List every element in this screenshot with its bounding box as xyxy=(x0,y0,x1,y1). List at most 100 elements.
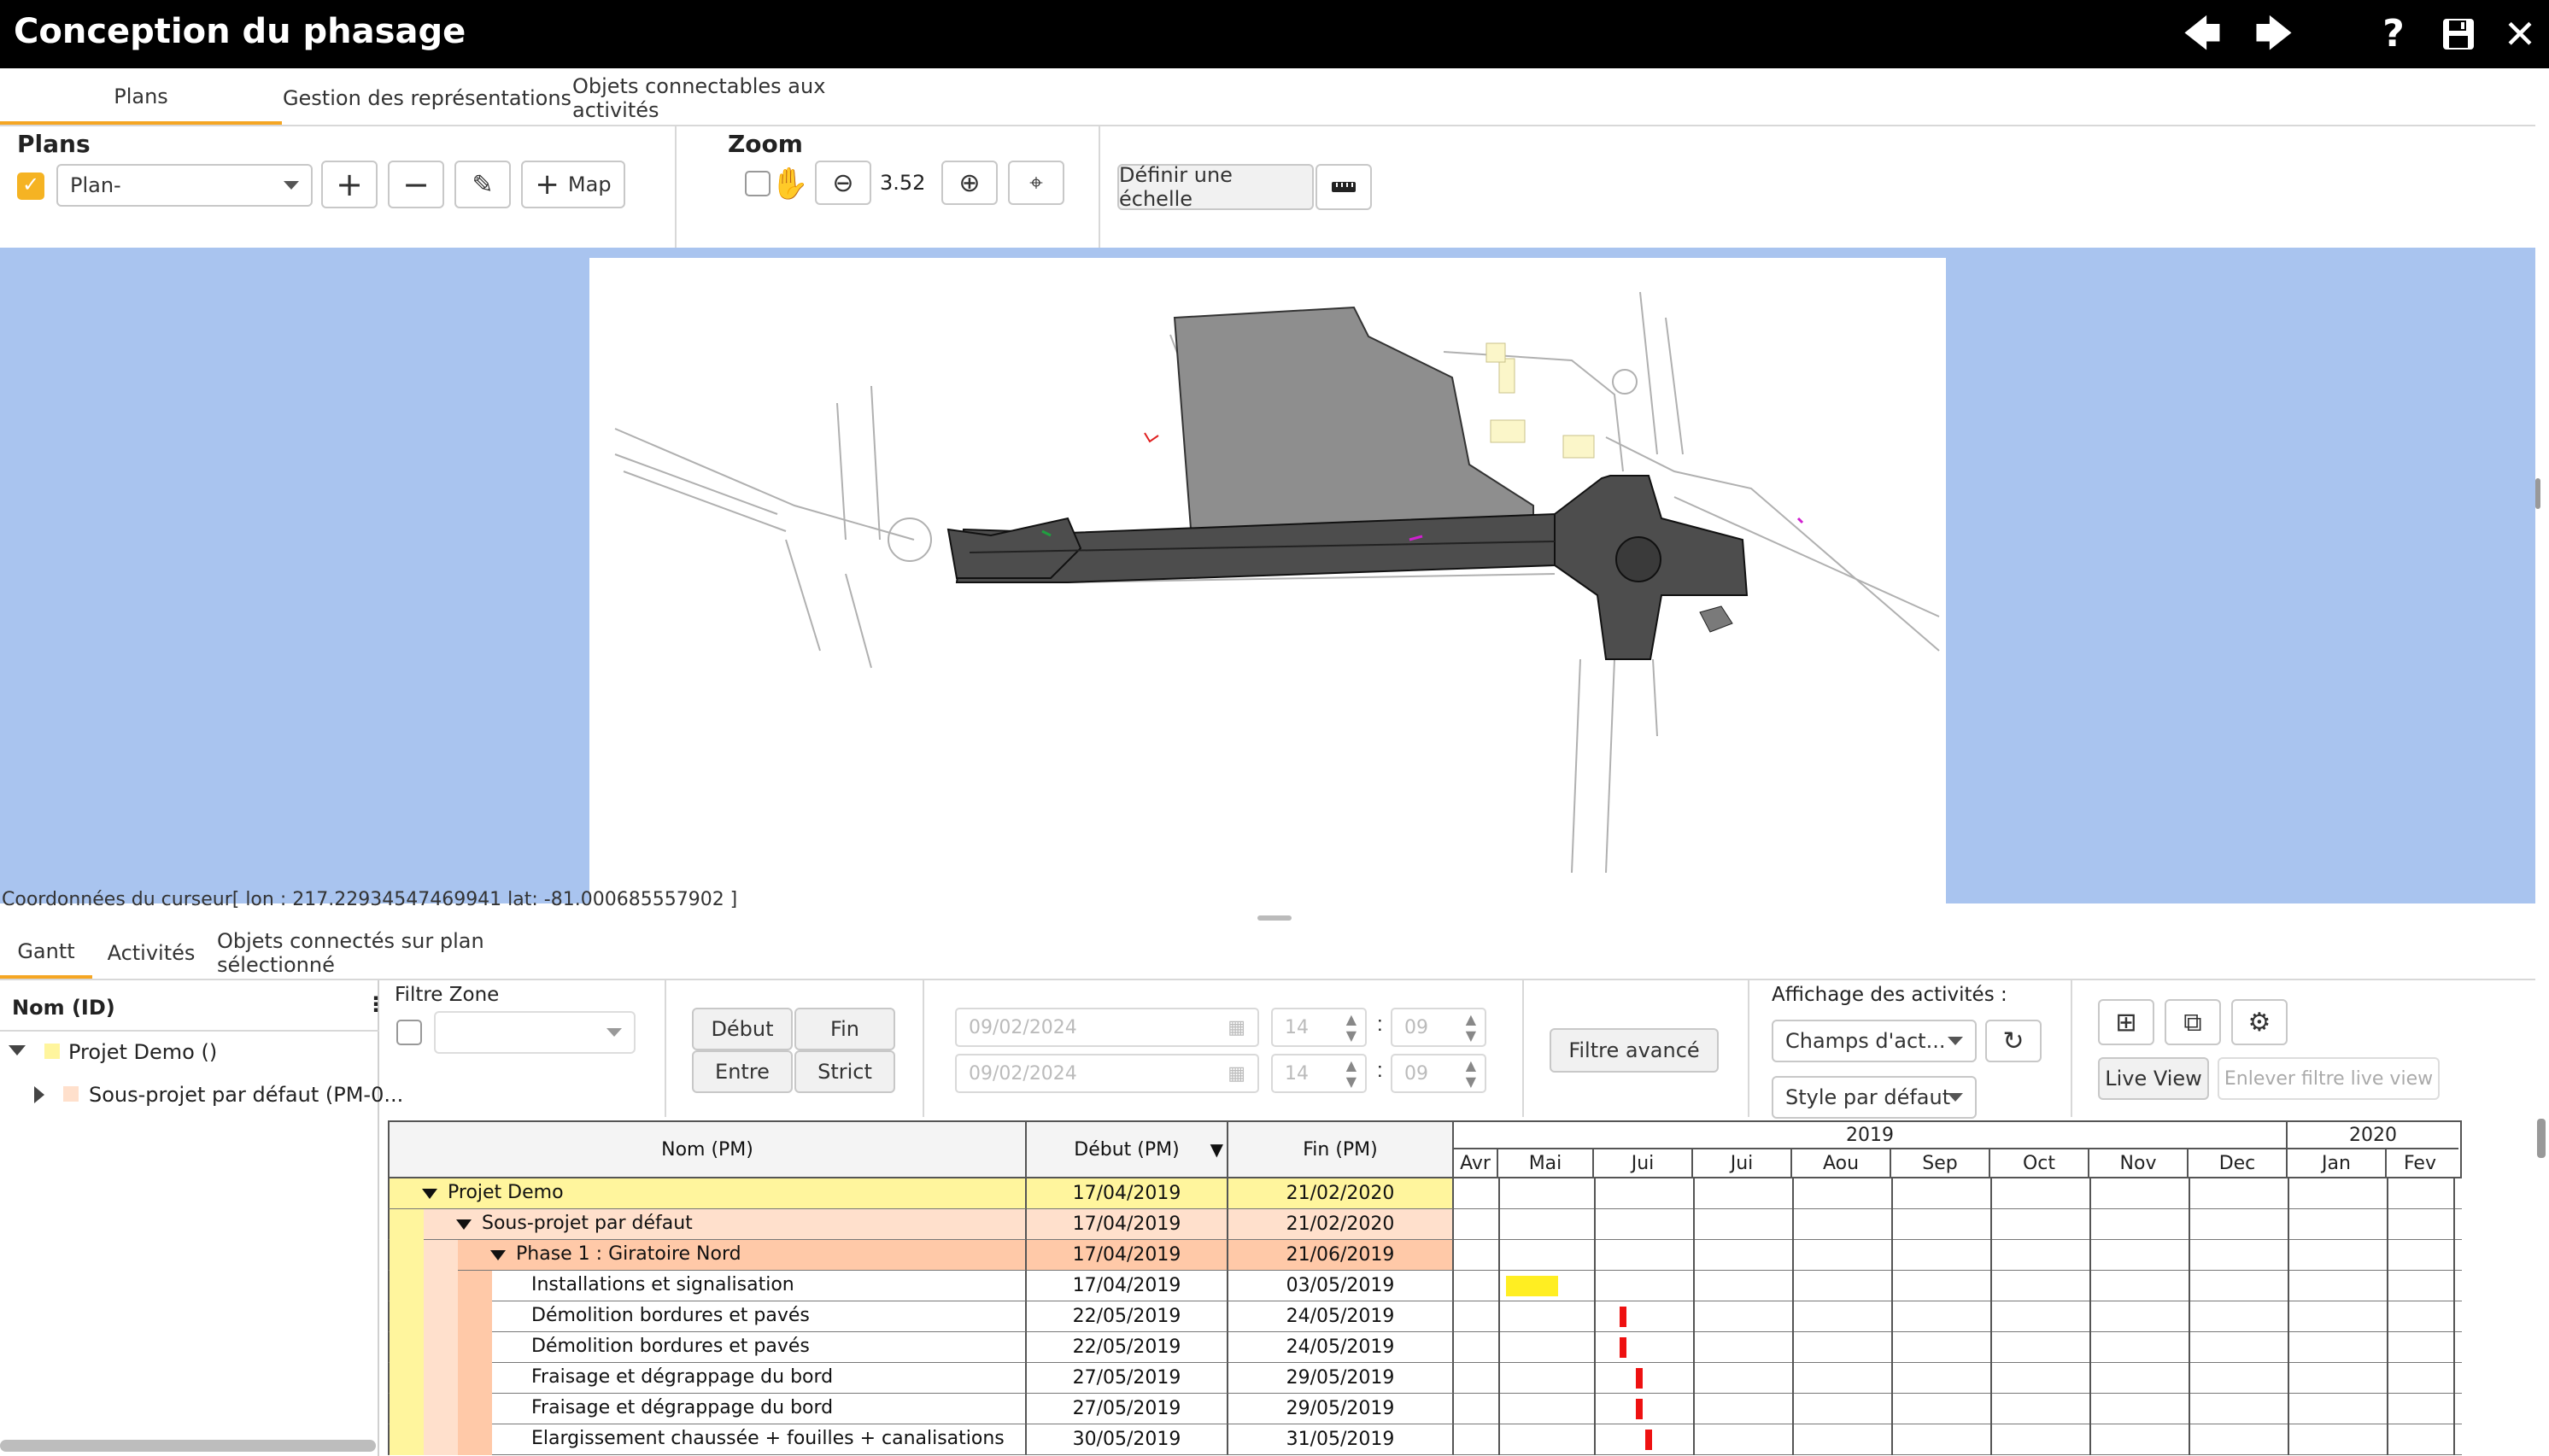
hour-from-spinner[interactable]: 14 ▲ ▼ xyxy=(1271,1008,1367,1047)
refresh-button[interactable]: ↻ xyxy=(1985,1020,2042,1062)
zoom-out-button[interactable]: ⊖ xyxy=(815,161,871,205)
gantt-bar[interactable] xyxy=(1505,1276,1558,1296)
month-gridline xyxy=(2288,1301,2289,1332)
expand-caret-icon[interactable] xyxy=(9,1045,26,1055)
filter-end-label: Fin xyxy=(830,1017,859,1041)
fit-view-button[interactable]: ⌖ xyxy=(1008,161,1064,205)
gantt-bar[interactable] xyxy=(1645,1430,1653,1450)
table-row[interactable]: Fraisage et dégrappage du bord 27/05/2019… xyxy=(388,1394,2462,1424)
minute-to-spinner[interactable]: 09 ▲ ▼ xyxy=(1391,1054,1486,1093)
filter-between-button[interactable]: Entre xyxy=(692,1050,793,1093)
tab-connected-objects[interactable]: Objets connectés sur plan sélectionné xyxy=(217,927,584,979)
expand-caret-icon[interactable] xyxy=(456,1219,472,1230)
style-select[interactable]: Style par défaut xyxy=(1772,1076,1977,1119)
timeline-cell xyxy=(1454,1209,2462,1240)
tab-representations[interactable]: Gestion des représentations xyxy=(282,72,572,125)
filter-start-label: Début xyxy=(711,1017,774,1041)
hour-to-spinner[interactable]: 14 ▲ ▼ xyxy=(1271,1054,1367,1093)
month-gridline xyxy=(1891,1240,1893,1271)
minute-from-spinner[interactable]: 09 ▲ ▼ xyxy=(1391,1008,1486,1047)
table-row[interactable]: Démolition bordures et pavés 22/05/2019 24… xyxy=(388,1332,2462,1363)
table-row[interactable]: Sous-projet par défaut 17/04/2019 21/02/20… xyxy=(388,1209,2462,1240)
table-row[interactable]: Démolition bordures et pavés 22/05/2019 24… xyxy=(388,1301,2462,1332)
collapsed-caret-icon[interactable] xyxy=(34,1086,44,1103)
zone-filter-select[interactable] xyxy=(434,1011,636,1054)
indent-stripe xyxy=(424,1363,458,1394)
expand-all-button[interactable]: ⊞ xyxy=(2098,999,2154,1045)
add-map-button[interactable]: + Map xyxy=(521,161,625,208)
tree-item-project[interactable]: Projet Demo () xyxy=(68,1040,217,1064)
save-icon[interactable] xyxy=(2441,17,2476,51)
advanced-filter-button[interactable]: Filtre avancé xyxy=(1550,1028,1719,1073)
edit-plan-button[interactable]: ✎ xyxy=(454,161,511,208)
indent-stripe xyxy=(424,1301,458,1332)
month-gridline xyxy=(1891,1424,1893,1455)
table-row[interactable]: Projet Demo 17/04/2019 21/02/2020 xyxy=(388,1178,2462,1209)
hand-icon[interactable]: ✋ xyxy=(771,166,809,202)
gantt-bar[interactable] xyxy=(1619,1307,1626,1327)
pan-mode-checkbox[interactable] xyxy=(745,171,771,196)
tab-gantt[interactable]: Gantt xyxy=(0,927,92,979)
month-gridline xyxy=(1990,1363,1992,1394)
help-icon[interactable]: ? xyxy=(2371,12,2416,56)
month-gridline xyxy=(1990,1209,1992,1240)
tab-representations-label: Gestion des représentations xyxy=(282,86,572,110)
filter-strict-button[interactable]: Strict xyxy=(794,1050,895,1093)
remove-live-filter-button[interactable]: Enlever filtre live view xyxy=(2218,1057,2440,1100)
add-plan-button[interactable]: + xyxy=(321,161,378,208)
expand-caret-icon[interactable] xyxy=(422,1189,437,1199)
tree-h-scrollbar[interactable] xyxy=(0,1440,376,1452)
tree-menu-icon[interactable]: ⋮ xyxy=(366,992,386,1016)
panel-splitter[interactable] xyxy=(1257,915,1292,921)
filter-start-button[interactable]: Début xyxy=(692,1008,793,1050)
add-copy-button[interactable]: ⧉ xyxy=(2165,999,2221,1045)
month-gridline xyxy=(1693,1271,1695,1301)
col-header-start[interactable]: Début (PM) ▼ xyxy=(1027,1120,1228,1178)
activity-fields-select[interactable]: Champs d'act... xyxy=(1772,1020,1977,1062)
expand-caret-icon[interactable] xyxy=(490,1250,506,1260)
gantt-scrollbar[interactable] xyxy=(2537,1119,2546,1158)
ruler-button[interactable] xyxy=(1316,164,1372,210)
fit-icon: ⌖ xyxy=(1029,168,1043,196)
define-scale-button[interactable]: Définir une échelle xyxy=(1117,163,1314,211)
remove-plan-button[interactable]: − xyxy=(388,161,444,208)
tab-plans[interactable]: Plans xyxy=(0,72,282,125)
bottom-tabs-divider xyxy=(0,979,2535,980)
tree-item-subproject[interactable]: Sous-projet par défaut (PM-0... xyxy=(89,1083,403,1107)
col-header-name-label: Nom (PM) xyxy=(661,1138,753,1161)
filter-divider-2 xyxy=(923,980,924,1117)
gantt-bar[interactable] xyxy=(1635,1399,1643,1419)
filter-end-button[interactable]: Fin xyxy=(794,1008,895,1050)
month-gridline xyxy=(2189,1271,2190,1301)
settings-button[interactable]: ⚙ xyxy=(2231,999,2288,1045)
zone-filter-checkbox[interactable] xyxy=(396,1020,422,1045)
col-header-name[interactable]: Nom (PM) xyxy=(388,1120,1027,1178)
table-row[interactable]: Phase 1 : Giratoire Nord 17/04/2019 21/06/… xyxy=(388,1240,2462,1271)
table-row[interactable]: Installations et signalisation 17/04/2019… xyxy=(388,1271,2462,1301)
indent-stripe xyxy=(390,1209,424,1240)
plan-drawing[interactable] xyxy=(589,258,1946,903)
tab-activities[interactable]: Activités xyxy=(99,927,203,979)
gantt-bar[interactable] xyxy=(1619,1337,1626,1358)
tab-connectable-objects[interactable]: Objets connectables aux activités xyxy=(572,72,914,125)
date-from-input[interactable]: 09/02/2024 ▦ xyxy=(955,1008,1259,1047)
live-view-button[interactable]: Live View xyxy=(2098,1057,2209,1100)
define-scale-label: Définir une échelle xyxy=(1119,163,1233,211)
close-icon[interactable]: ✕ xyxy=(2498,12,2542,56)
month-gridline xyxy=(1594,1178,1596,1209)
gantt-bar[interactable] xyxy=(1635,1368,1643,1389)
map-scroll-handle[interactable] xyxy=(2535,478,2540,509)
zoom-in-button[interactable]: ⊕ xyxy=(941,161,998,205)
date-to-input[interactable]: 09/02/2024 ▦ xyxy=(955,1054,1259,1093)
month-gridline xyxy=(1792,1424,1794,1455)
cell-end: 21/02/2020 xyxy=(1228,1178,1454,1209)
table-row[interactable]: Elargissement chaussée + fouilles + cana… xyxy=(388,1424,2462,1455)
indent-stripe xyxy=(390,1424,424,1455)
plan-select[interactable]: Plan- xyxy=(56,164,313,207)
back-arrow-icon[interactable]: 🡄 xyxy=(2180,12,2224,56)
plan-visible-checkbox[interactable]: ✓ xyxy=(17,172,44,200)
table-row[interactable]: Fraisage et dégrappage du bord 27/05/2019… xyxy=(388,1363,2462,1394)
col-header-end[interactable]: Fin (PM) xyxy=(1228,1120,1454,1178)
display-activities-label: Affichage des activités : xyxy=(1772,984,2007,1006)
forward-arrow-icon[interactable]: 🡆 xyxy=(2252,12,2296,56)
